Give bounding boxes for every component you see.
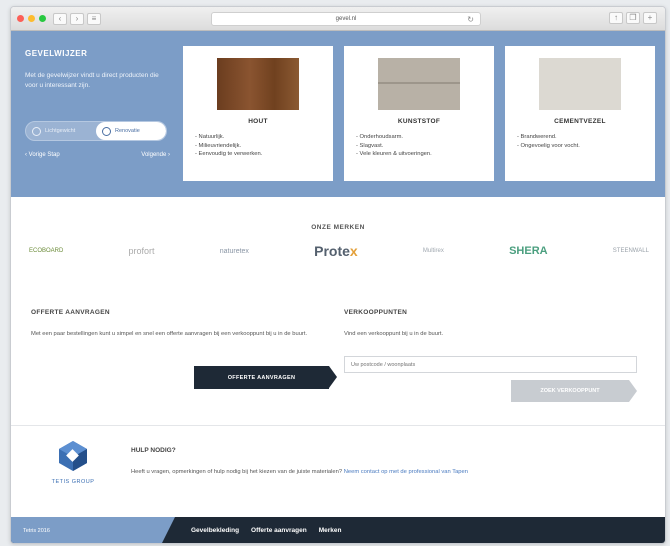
toggle-option-right[interactable]: Renovatie bbox=[96, 122, 166, 140]
protex-suffix: x bbox=[349, 243, 358, 259]
maximize-window-button[interactable] bbox=[39, 15, 46, 22]
verkooppunten-title: VERKOOPPUNTEN bbox=[344, 309, 408, 316]
feature-item: Natuurlijk. bbox=[195, 133, 262, 142]
browser-actions: ↑ ❐ + bbox=[606, 12, 657, 24]
help-title: HULP NODIG? bbox=[131, 447, 176, 454]
hero-subtitle: Met de gevelwijzer vindt u direct produc… bbox=[25, 72, 159, 89]
zoek-verkooppunt-button[interactable]: ZOEK VERKOOPPUNT bbox=[511, 380, 637, 402]
card-features: Brandwerend. Ongevoelig voor vocht. bbox=[517, 133, 580, 150]
toggle-left-label: Lichtgewicht bbox=[45, 128, 76, 134]
brand-logo-steenwall[interactable]: STEENWALL bbox=[613, 248, 649, 254]
toggle-option-left[interactable]: Lichtgewicht bbox=[26, 122, 96, 140]
footer-link-offerte[interactable]: Offerte aanvragen bbox=[251, 527, 307, 534]
radio-icon bbox=[32, 126, 41, 136]
brand-logo-shera[interactable]: SHERA bbox=[509, 245, 548, 257]
previous-step-link[interactable]: ‹ Vorige Stap bbox=[25, 152, 60, 158]
gevelwijzer-hero: GEVELWIJZER Met de gevelwijzer vindt u d… bbox=[11, 31, 665, 197]
footer: Tetris 2016 Gevelbekleding Offerte aanvr… bbox=[11, 517, 665, 543]
contact-link[interactable]: Neem contact op met de professional van … bbox=[344, 469, 468, 475]
footer-brand-block: Tetris 2016 bbox=[11, 517, 175, 543]
url-text: gevel.nl bbox=[335, 16, 357, 22]
protex-text: Prote bbox=[314, 243, 350, 259]
plastic-swatch-image bbox=[378, 58, 460, 110]
minimize-window-button[interactable] bbox=[28, 15, 35, 22]
offerte-title: OFFERTE AANVRAGEN bbox=[31, 309, 110, 316]
cube-logo-icon bbox=[59, 441, 87, 471]
close-window-button[interactable] bbox=[17, 15, 24, 22]
brand-logo-naturetex[interactable]: naturetex bbox=[220, 248, 249, 255]
tabs-icon[interactable]: ❐ bbox=[626, 12, 640, 24]
footer-link-gevelbekleding[interactable]: Gevelbekleding bbox=[191, 527, 239, 534]
wood-swatch-image bbox=[217, 58, 299, 110]
brand-logo-multirex[interactable]: Multirex bbox=[423, 248, 444, 254]
help-text: Heeft u vragen, opmerkingen of hulp nodi… bbox=[131, 467, 601, 477]
share-icon[interactable]: ↑ bbox=[609, 12, 623, 24]
feature-item: Vele kleuren & uitvoeringen. bbox=[356, 150, 432, 159]
project-type-toggle: Lichtgewicht Renovatie bbox=[25, 121, 167, 141]
feature-item: Brandwerend. bbox=[517, 133, 580, 142]
company-logo[interactable]: TETIS GROUP bbox=[45, 439, 101, 485]
card-title: CEMENTVEZEL bbox=[554, 118, 606, 125]
toggle-right-label: Renovatie bbox=[115, 128, 140, 134]
card-features: Natuurlijk. Milieuvriendelijk. Eenvoudig… bbox=[195, 133, 263, 159]
feature-item: Onderhoudsarm. bbox=[356, 133, 432, 142]
address-bar[interactable]: gevel.nl ↻ bbox=[211, 12, 481, 26]
footer-link-merken[interactable]: Merken bbox=[319, 527, 342, 534]
back-button[interactable]: ‹ bbox=[53, 12, 67, 25]
card-title: HOUT bbox=[248, 118, 268, 125]
cement-swatch-image bbox=[539, 58, 621, 110]
brands-title: ONZE MERKEN bbox=[311, 224, 365, 231]
card-title: KUNSTSTOF bbox=[397, 118, 441, 125]
offerte-text: Met een paar bestellingen kunt u simpel … bbox=[31, 331, 308, 337]
brand-logo-protex[interactable]: Protex bbox=[314, 243, 358, 259]
material-card-kunststof[interactable]: KUNSTSTOF Onderhoudsarm. Slagvast. Vele … bbox=[344, 46, 494, 181]
radio-icon bbox=[102, 126, 111, 136]
verkooppunten-text: Vind een verkooppunt bij u in de buurt. bbox=[344, 331, 444, 337]
footer-copyright: Tetris 2016 bbox=[23, 528, 50, 534]
step-navigation: ‹ Vorige Stap Volgende › bbox=[25, 152, 170, 158]
logo-text: TETIS GROUP bbox=[51, 479, 95, 485]
feature-item: Eenvoudig te verwerken. bbox=[195, 150, 263, 159]
card-features: Onderhoudsarm. Slagvast. Vele kleuren & … bbox=[356, 133, 432, 159]
browser-toolbar: ‹ › ≡ gevel.nl ↻ ↑ ❐ + bbox=[11, 7, 665, 31]
reload-icon[interactable]: ↻ bbox=[467, 14, 474, 26]
brand-logos: ECOBOARD profort naturetex Protex Multir… bbox=[29, 243, 649, 259]
section-divider bbox=[11, 425, 665, 426]
location-search-input[interactable] bbox=[344, 356, 637, 373]
sidebar-toggle-icon[interactable]: ≡ bbox=[87, 12, 101, 25]
feature-item: Ongevoelig voor vocht. bbox=[517, 142, 580, 151]
brand-logo-profort[interactable]: profort bbox=[129, 246, 155, 256]
browser-window: ‹ › ≡ gevel.nl ↻ ↑ ❐ + GEVELWIJZER Met d… bbox=[10, 6, 666, 544]
feature-item: Slagvast. bbox=[356, 142, 432, 151]
help-question: Heeft u vragen, opmerkingen of hulp nodi… bbox=[131, 469, 343, 475]
feature-item: Milieuvriendelijk. bbox=[195, 142, 262, 151]
footer-nav: Gevelbekleding Offerte aanvragen Merken bbox=[191, 527, 341, 534]
brand-logo-ecoboard[interactable]: ECOBOARD bbox=[29, 248, 63, 254]
next-step-link[interactable]: Volgende › bbox=[141, 152, 170, 158]
offerte-aanvragen-button[interactable]: OFFERTE AANVRAGEN bbox=[194, 366, 337, 389]
material-card-cementvezel[interactable]: CEMENTVEZEL Brandwerend. Ongevoelig voor… bbox=[505, 46, 655, 181]
material-card-hout[interactable]: HOUT Natuurlijk. Milieuvriendelijk. Eenv… bbox=[183, 46, 333, 181]
new-tab-icon[interactable]: + bbox=[643, 12, 657, 24]
hero-title: GEVELWIJZER bbox=[25, 49, 88, 58]
forward-button[interactable]: › bbox=[70, 12, 84, 25]
